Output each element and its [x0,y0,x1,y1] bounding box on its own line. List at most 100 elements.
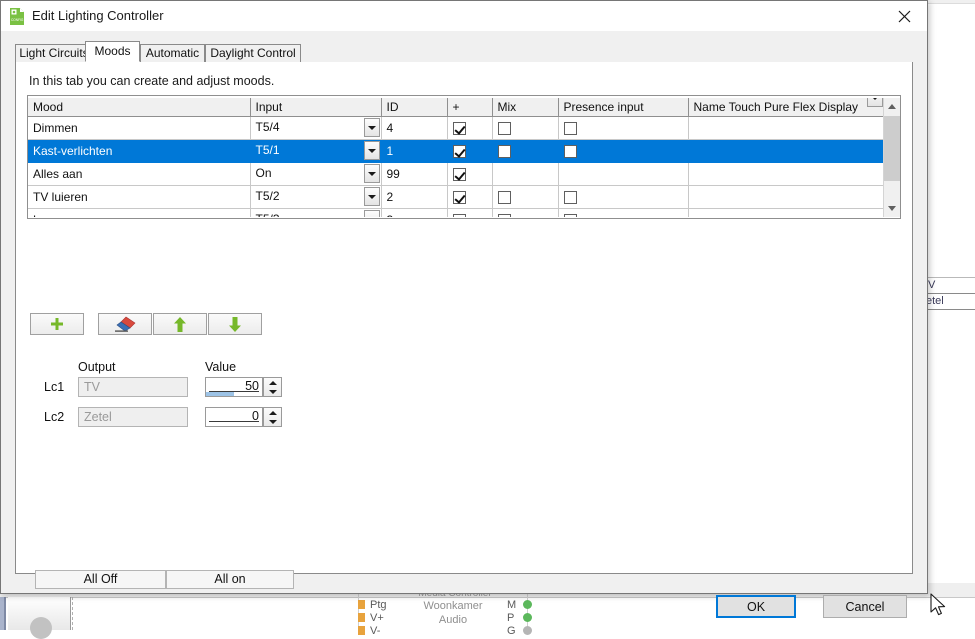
presence-checkbox[interactable] [563,122,577,136]
cancel-button[interactable]: Cancel [823,595,907,618]
grid-vertical-scrollbar[interactable] [883,98,900,217]
cell-mood[interactable]: Kast-verlichten [28,139,251,163]
cell-plus[interactable] [447,162,493,186]
input-combo[interactable]: T5/1 [256,140,381,162]
input-combo-value: T5/3 [256,212,280,217]
cell-presence[interactable] [558,185,689,209]
grid-col-input[interactable]: Input [250,98,382,117]
cell-mood[interactable]: Alles aan [28,162,251,186]
cell-plus[interactable] [447,185,493,209]
cell-mood[interactable]: TV luieren [28,185,251,209]
cell-presence[interactable] [558,208,689,217]
plus-checkbox[interactable] [452,122,466,136]
all-on-button[interactable]: All on [166,570,294,589]
cell-mix[interactable] [492,208,559,217]
chevron-down-icon[interactable] [363,141,380,160]
presence-checkbox[interactable] [563,145,577,159]
lc2-value-stepper[interactable] [263,407,282,427]
cell-id[interactable]: 99 [381,162,448,186]
tab-light-circuits-label: Light Circuits [19,46,89,60]
cell-mood[interactable]: Dimmen [28,116,251,140]
cell-id[interactable]: 4 [381,116,448,140]
lc1-value-stepper[interactable] [263,377,282,397]
plus-checkbox[interactable] [452,168,466,182]
tab-light-circuits[interactable]: Light Circuits [15,44,93,62]
cell-presence[interactable] [558,116,689,140]
plus-checkbox[interactable] [452,145,466,159]
cell-id[interactable]: 3 [381,208,448,217]
stepper-up-icon[interactable] [264,408,281,417]
lc1-value-field[interactable]: 50 [205,377,263,397]
stepper-down-icon[interactable] [264,417,281,426]
tab-automatic[interactable]: Automatic [140,44,205,62]
all-off-button[interactable]: All Off [35,570,166,589]
table-row[interactable]: Alles aan On 99 [28,162,884,186]
table-row[interactable]: Kast-verlichten T5/1 1 [28,139,884,163]
stepper-up-icon[interactable] [264,378,281,387]
background-media-line1: Woonkamer [423,600,483,612]
presence-checkbox[interactable] [563,214,577,217]
cell-input[interactable]: On [250,162,382,186]
mix-checkbox[interactable] [497,191,511,205]
cell-name[interactable] [688,208,884,217]
mix-checkbox[interactable] [497,122,511,136]
table-row[interactable]: Dimmen T5/4 4 [28,116,884,140]
background-pin-dot-2 [523,613,532,622]
cell-mood[interactable]: Lezen [28,208,251,217]
cell-input[interactable]: T5/1 [250,139,382,163]
presence-checkbox[interactable] [563,191,577,205]
scrollbar-thumb[interactable] [884,116,900,181]
grid-col-plus[interactable]: + [447,98,493,117]
lc2-value-field[interactable]: 0 [205,407,263,427]
cell-mix[interactable] [492,116,559,140]
table-row[interactable]: TV luieren T5/2 2 [28,185,884,209]
grid-col-id[interactable]: ID [381,98,448,117]
panel-description: In this tab you can create and adjust mo… [29,74,275,88]
cell-presence[interactable] [558,139,689,163]
scroll-down-icon[interactable] [884,200,900,217]
chevron-down-icon[interactable] [363,187,380,206]
cell-plus[interactable] [447,139,493,163]
input-combo[interactable]: T5/4 [256,117,381,139]
cell-name[interactable] [688,185,884,209]
cell-name[interactable] [688,116,884,140]
cell-id[interactable]: 2 [381,185,448,209]
close-icon[interactable] [882,1,927,31]
dialog-titlebar: CONFIG Edit Lighting Controller [1,1,927,31]
table-row[interactable]: Lezen T5/3 3 [28,208,884,217]
output-column-header: Output [78,360,116,374]
cell-mix[interactable] [492,139,559,163]
add-mood-button[interactable] [30,313,84,335]
grid-col-mix[interactable]: Mix [492,98,559,117]
input-combo[interactable]: T5/3 [256,209,381,217]
input-combo[interactable]: On [256,163,381,185]
mix-checkbox[interactable] [497,214,511,217]
scroll-up-icon[interactable] [884,98,900,115]
grid-col-presence-input[interactable]: Presence input [558,98,689,117]
grid-col-name-touch-pure-flex-display[interactable]: Name Touch Pure Flex Display [688,98,884,117]
grid-col-mood[interactable]: Mood [28,98,251,117]
tab-daylight-control[interactable]: Daylight Control [205,44,301,62]
mix-checkbox[interactable] [497,145,511,159]
delete-mood-button[interactable] [98,313,152,335]
stepper-down-icon[interactable] [264,387,281,396]
cell-name[interactable] [688,139,884,163]
cell-plus[interactable] [447,116,493,140]
chevron-down-icon[interactable] [363,118,380,137]
chevron-down-icon[interactable] [363,210,380,217]
cell-input[interactable]: T5/4 [250,116,382,140]
move-down-button[interactable] [208,313,262,335]
chevron-down-icon[interactable] [363,164,380,183]
cell-name[interactable] [688,162,884,186]
ok-button[interactable]: OK [716,595,796,618]
move-up-button[interactable] [153,313,207,335]
cell-mix[interactable] [492,185,559,209]
cell-id[interactable]: 1 [381,139,448,163]
cell-input[interactable]: T5/3 [250,208,382,217]
cell-input[interactable]: T5/2 [250,185,382,209]
input-combo[interactable]: T5/2 [256,186,381,208]
tab-moods[interactable]: Moods [85,41,140,62]
plus-checkbox[interactable] [452,214,466,217]
plus-checkbox[interactable] [452,191,466,205]
cell-plus[interactable] [447,208,493,217]
